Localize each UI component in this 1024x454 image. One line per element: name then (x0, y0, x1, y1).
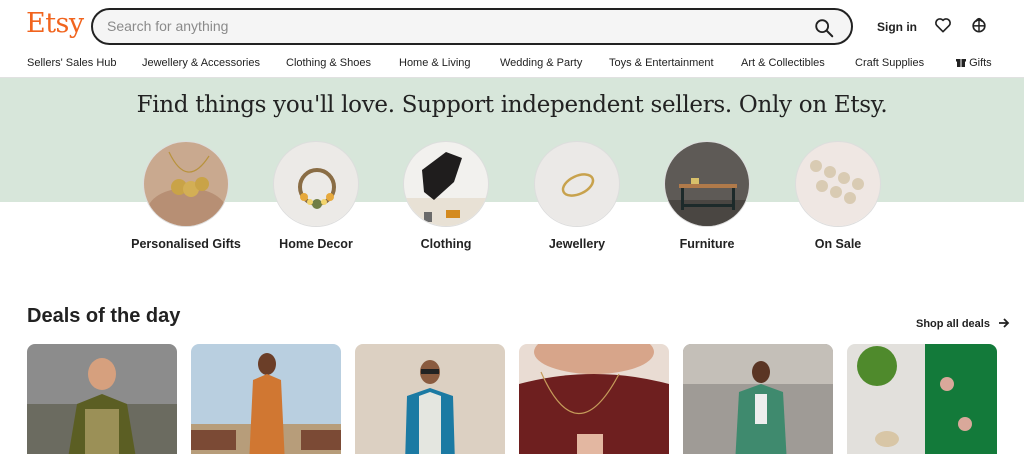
deal-card[interactable] (191, 344, 341, 454)
nav-item-sellers-sales-hub[interactable]: Sellers' Sales Hub (27, 57, 117, 69)
header: Etsy Sign in (0, 0, 1024, 52)
category-nav: Sellers' Sales Hub Jewellery & Accessori… (0, 52, 1024, 78)
nav-item-clothing-shoes[interactable]: Clothing & Shoes (286, 57, 371, 69)
nav-item-toys-entertainment[interactable]: Toys & Entertainment (609, 57, 714, 69)
search-input[interactable] (107, 18, 787, 34)
category-image (403, 141, 489, 227)
deal-card[interactable] (27, 344, 177, 454)
category-label: Furniture (679, 237, 735, 251)
search-bar[interactable] (91, 8, 853, 45)
category-personalised-gifts[interactable]: Personalised Gifts (121, 141, 251, 252)
deal-card[interactable] (683, 344, 833, 454)
category-image (795, 141, 881, 227)
nav-item-gifts-label: Gifts (969, 57, 992, 69)
category-furniture[interactable]: Furniture (642, 141, 772, 252)
search-icon[interactable] (813, 17, 835, 39)
gift-icon (956, 59, 966, 67)
category-jewellery[interactable]: Jewellery (512, 141, 642, 252)
deals-title: Deals of the day (27, 305, 181, 327)
deal-card[interactable] (519, 344, 669, 454)
category-clothing[interactable]: Clothing (381, 141, 511, 252)
category-image (664, 141, 750, 227)
shop-all-deals-label: Shop all deals (916, 318, 990, 330)
category-label: On Sale (814, 237, 862, 251)
category-on-sale[interactable]: On Sale (773, 141, 903, 252)
shop-all-deals-link[interactable]: Shop all deals (916, 318, 1010, 330)
nav-item-wedding-party[interactable]: Wedding & Party (500, 57, 582, 69)
deal-card[interactable] (847, 344, 997, 454)
nav-item-gifts[interactable]: Gifts (956, 57, 992, 69)
nav-item-home-living[interactable]: Home & Living (399, 57, 471, 69)
etsy-logo[interactable]: Etsy (26, 8, 84, 39)
category-image (143, 141, 229, 227)
nav-item-art-collectibles[interactable]: Art & Collectibles (741, 57, 825, 69)
hero-title: Find things you'll love. Support indepen… (136, 92, 888, 118)
category-label: Home Decor (279, 237, 353, 251)
category-label: Personalised Gifts (131, 237, 241, 251)
category-label: Jewellery (548, 237, 606, 251)
cart-icon[interactable] (969, 15, 989, 35)
deal-card[interactable] (355, 344, 505, 454)
heart-icon[interactable] (933, 15, 953, 35)
arrow-right-icon (999, 318, 1010, 328)
category-image (273, 141, 359, 227)
sign-in-link[interactable]: Sign in (877, 20, 917, 34)
category-home-decor[interactable]: Home Decor (251, 141, 381, 252)
nav-item-craft-supplies[interactable]: Craft Supplies (855, 57, 924, 69)
category-image (534, 141, 620, 227)
category-label: Clothing (420, 237, 472, 251)
nav-item-jewellery-accessories[interactable]: Jewellery & Accessories (142, 57, 260, 69)
